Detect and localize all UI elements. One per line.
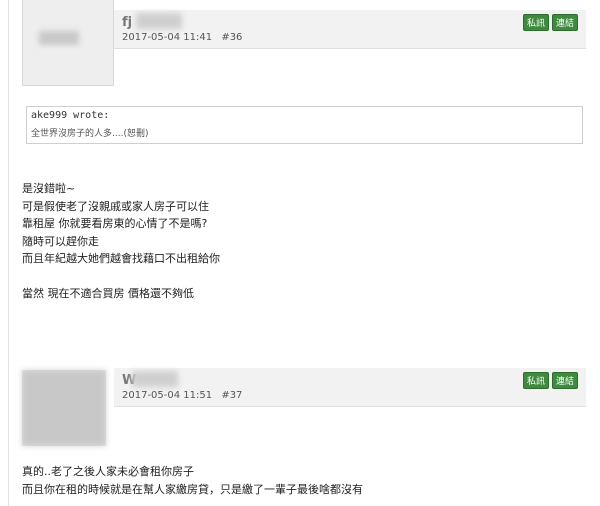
post-line: 隨時可以趕你走 [22, 234, 99, 248]
post-line: 可是假使老了沒親戚或家人房子可以住 [22, 199, 209, 213]
link-button[interactable]: 連結 [551, 14, 578, 31]
post-date: 2017-05-04 11:41 [122, 32, 213, 43]
post-header: W 2017-05-04 11:51 #37 私訊 連結 [114, 368, 586, 407]
username-text: fj [122, 15, 133, 30]
post-header: fj 2017-05-04 11:41 #36 私訊 連結 [114, 10, 586, 49]
post-line: 而且年紀越大她們越會找藉口不出租給你 [22, 252, 220, 265]
post-body-36: 是沒錯啦~ 可是假使老了沒親戚或家人房子可以住 靠租屋 你就要看房東的心情了不是… [22, 180, 220, 303]
post-meta: 2017-05-04 11:41 #36 [122, 32, 248, 43]
post-line: 而且你在租的時候就是在幫人家繳房貸，只是繳了一輩子最後啥都沒有 [22, 482, 363, 496]
private-message-button[interactable]: 私訊 [522, 14, 549, 31]
avatar-blurred-image [22, 370, 106, 446]
username-blurred [136, 13, 182, 29]
username-blurred [132, 371, 178, 387]
left-border [8, 0, 9, 506]
post-meta: 2017-05-04 11:51 #37 [122, 390, 248, 401]
post-actions: 私訊 連結 [522, 372, 578, 389]
post-line: 是沒錯啦~ [22, 182, 76, 195]
post-body-37: 真的..老了之後人家未必會租你房子 而且你在租的時候就是在幫人家繳房貸，只是繳了… [22, 463, 363, 498]
private-message-button[interactable]: 私訊 [522, 372, 549, 389]
post-line: 真的..老了之後人家未必會租你房子 [22, 465, 194, 478]
post-line: 當然 現在不適合買房 價格還不夠低 [22, 287, 194, 300]
post-actions: 私訊 連結 [522, 14, 578, 31]
post-line [22, 268, 220, 286]
post-number[interactable]: #36 [221, 32, 242, 43]
avatar-blurred-image [39, 31, 79, 45]
post-date: 2017-05-04 11:51 [122, 390, 213, 401]
quote-box: ake999 wrote: 全世界沒房子的人多....(恕刪) [26, 106, 583, 144]
avatar[interactable] [22, 0, 114, 86]
post-number[interactable]: #37 [221, 390, 242, 401]
username-link[interactable]: W [122, 371, 178, 388]
username-link[interactable]: fj [122, 13, 182, 30]
link-button[interactable]: 連結 [551, 372, 578, 389]
avatar[interactable] [22, 370, 106, 446]
post-line: 靠租屋 你就要看房東的心情了不是嗎? [22, 217, 208, 230]
quote-author: ake999 wrote: [31, 110, 110, 121]
quote-text: 全世界沒房子的人多....(恕刪) [31, 129, 149, 139]
